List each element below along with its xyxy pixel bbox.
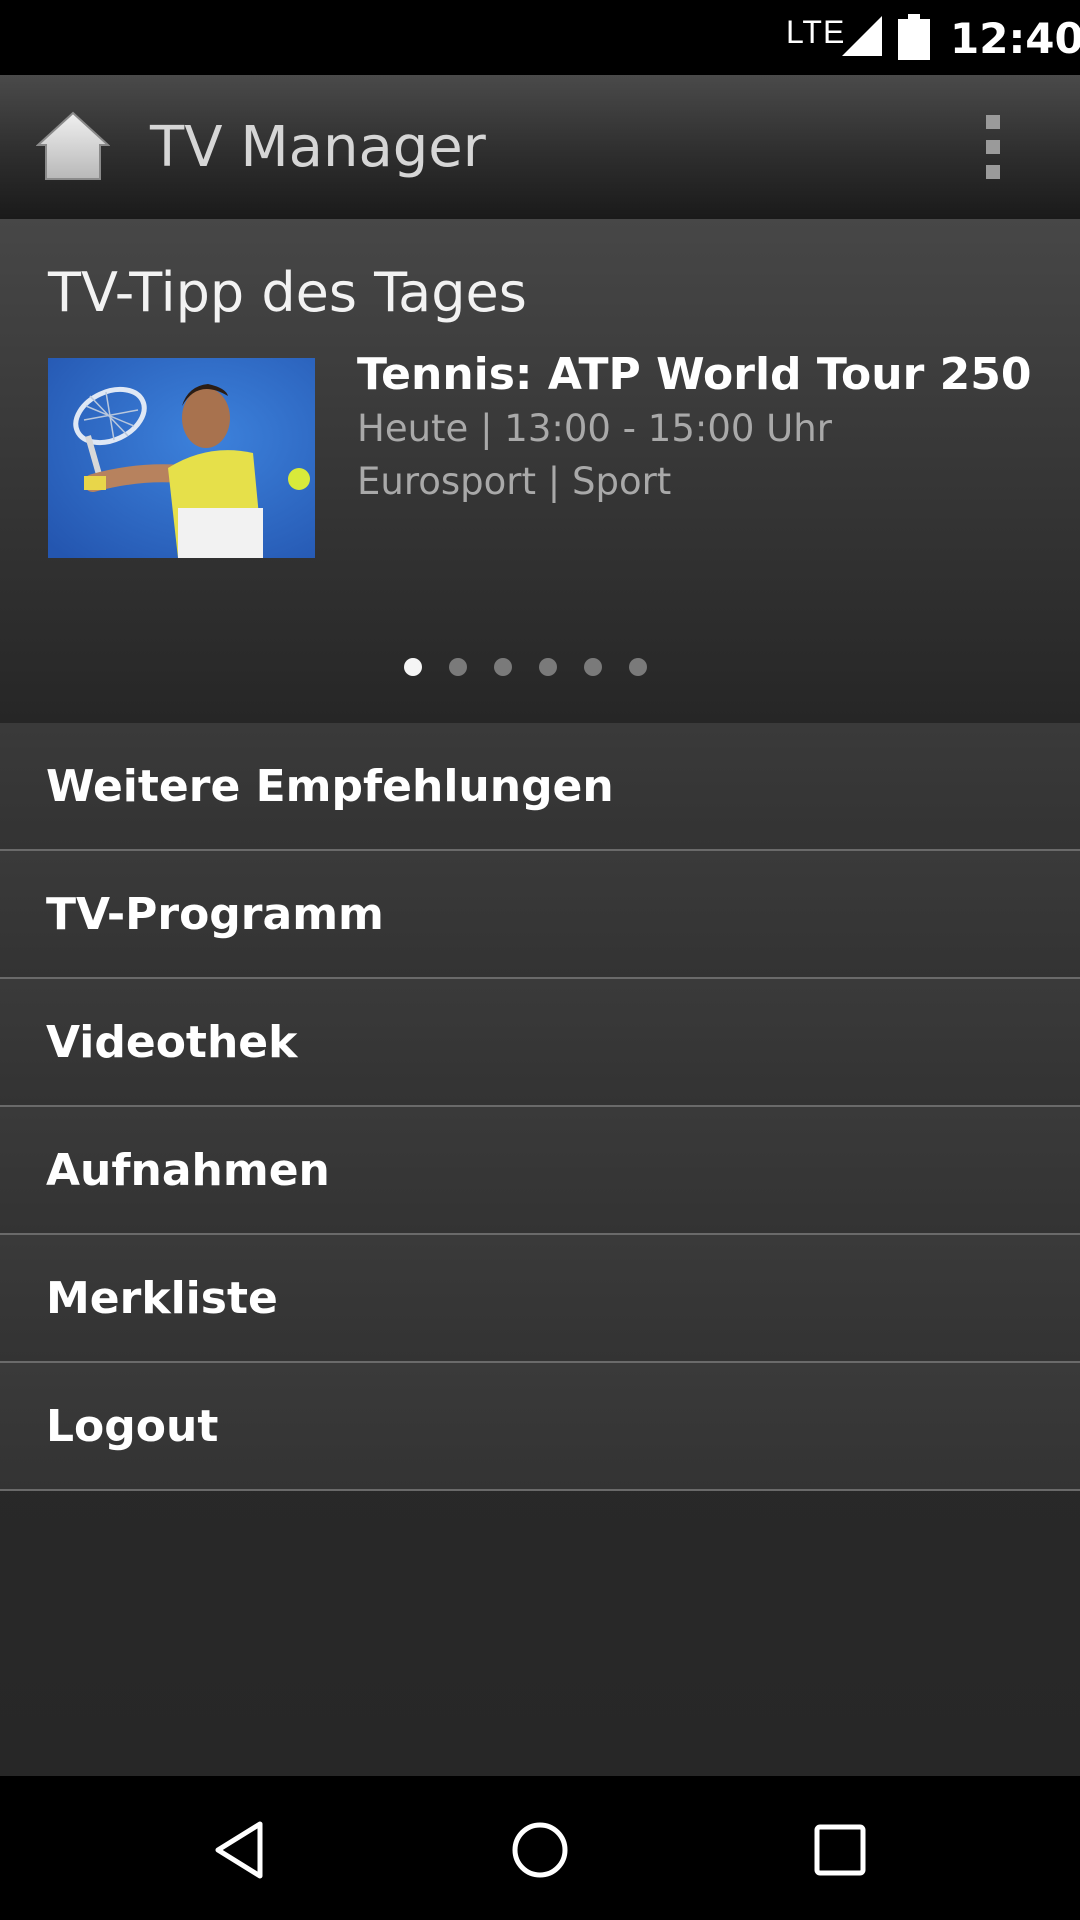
menu-item-merkliste[interactable]: Merkliste — [0, 1235, 1080, 1363]
tip-thumbnail — [48, 358, 315, 558]
tip-channel: Eurosport | Sport — [357, 460, 672, 503]
menu-item-label: Aufnahmen — [46, 1145, 330, 1196]
home-circle-icon[interactable] — [508, 1818, 572, 1882]
page-dot — [494, 658, 512, 676]
menu-item-weitere-empfehlungen[interactable]: Weitere Empfehlungen — [0, 723, 1080, 851]
more-vert-icon[interactable] — [980, 111, 1010, 183]
menu-item-aufnahmen[interactable]: Aufnahmen — [0, 1107, 1080, 1235]
tv-tip-card[interactable]: TV-Tipp des Tages Tennis: ATP World Tour… — [0, 219, 1080, 723]
page-dot — [539, 658, 557, 676]
page-dot — [584, 658, 602, 676]
page-indicator — [404, 658, 664, 678]
menu-item-label: Logout — [46, 1401, 219, 1452]
status-bar: LTE 12:40 — [0, 0, 1080, 75]
menu-item-label: Weitere Empfehlungen — [46, 761, 614, 812]
main-menu: Weitere Empfehlungen TV-Programm Videoth… — [0, 723, 1080, 1491]
home-icon[interactable] — [36, 111, 110, 181]
page-dot — [449, 658, 467, 676]
battery-icon — [898, 14, 930, 60]
tip-title: Tennis: ATP World Tour 250 -… — [357, 349, 1037, 400]
signal-icon — [842, 16, 882, 56]
menu-item-tv-programm[interactable]: TV-Programm — [0, 851, 1080, 979]
page-dot — [629, 658, 647, 676]
back-icon[interactable] — [208, 1818, 272, 1882]
menu-item-videothek[interactable]: Videothek — [0, 979, 1080, 1107]
screen: LTE 12:40 TV Manager TV-Tipp des Tages T… — [0, 0, 1080, 1920]
action-bar: TV Manager — [0, 75, 1080, 219]
tip-time: Heute | 13:00 - 15:00 Uhr — [357, 407, 832, 450]
menu-item-label: Videothek — [46, 1017, 298, 1068]
menu-item-label: Merkliste — [46, 1273, 278, 1324]
recent-apps-icon[interactable] — [808, 1818, 872, 1882]
tip-heading: TV-Tipp des Tages — [48, 261, 527, 324]
network-type: LTE — [786, 14, 846, 50]
page-dot — [404, 658, 422, 676]
navigation-bar — [0, 1776, 1080, 1920]
menu-item-label: TV-Programm — [46, 889, 384, 940]
app-title: TV Manager — [150, 115, 486, 180]
menu-item-logout[interactable]: Logout — [0, 1363, 1080, 1491]
status-time: 12:40 — [950, 14, 1080, 63]
